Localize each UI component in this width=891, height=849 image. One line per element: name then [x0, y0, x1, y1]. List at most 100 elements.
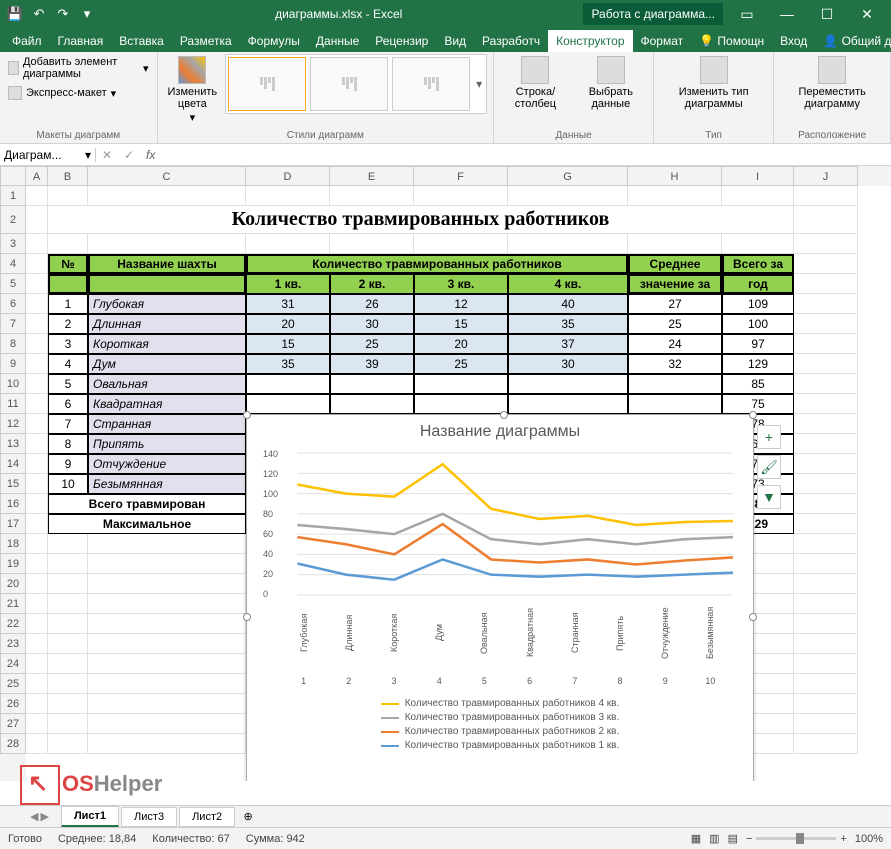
cell[interactable]: [794, 694, 858, 714]
cell[interactable]: 3 кв.: [414, 274, 508, 294]
cell[interactable]: [26, 634, 48, 654]
change-colors-button[interactable]: Изменить цвета ▾: [164, 54, 222, 126]
cell[interactable]: [794, 614, 858, 634]
tab-Разметка[interactable]: Разметка: [172, 30, 240, 52]
row-head-5[interactable]: 5: [0, 274, 26, 294]
col-head-I[interactable]: I: [722, 166, 794, 186]
col-head-J[interactable]: J: [794, 166, 858, 186]
cell[interactable]: [508, 234, 628, 254]
cell[interactable]: [88, 694, 246, 714]
cell[interactable]: Глубокая: [88, 294, 246, 314]
tab-Данные[interactable]: Данные: [308, 30, 367, 52]
resize-handle[interactable]: [243, 613, 251, 621]
cell[interactable]: 37: [508, 334, 628, 354]
col-head-A[interactable]: A: [26, 166, 48, 186]
cell[interactable]: [48, 594, 88, 614]
cell[interactable]: [794, 414, 858, 434]
save-icon[interactable]: 💾: [4, 3, 26, 25]
tab-Вставка[interactable]: Вставка: [111, 30, 172, 52]
cell[interactable]: Безымянная: [88, 474, 246, 494]
cell[interactable]: год: [722, 274, 794, 294]
cell[interactable]: 20: [246, 314, 330, 334]
cell[interactable]: 32: [628, 354, 722, 374]
cell[interactable]: [794, 254, 858, 274]
sheet-tab[interactable]: Лист1: [61, 806, 119, 827]
cell[interactable]: [26, 254, 48, 274]
cell[interactable]: [794, 574, 858, 594]
cell[interactable]: 26: [330, 294, 414, 314]
cell[interactable]: [48, 634, 88, 654]
cell[interactable]: 15: [414, 314, 508, 334]
hdr-name[interactable]: [88, 274, 246, 294]
cell[interactable]: [414, 186, 508, 206]
cell[interactable]: 100: [722, 314, 794, 334]
sheet-tab[interactable]: Лист2: [179, 807, 235, 827]
tell-me[interactable]: 💡 Помощн: [691, 30, 772, 52]
cell[interactable]: 30: [330, 314, 414, 334]
zoom-out-icon[interactable]: −: [746, 833, 752, 845]
cell[interactable]: [794, 434, 858, 454]
cell[interactable]: [26, 394, 48, 414]
cell[interactable]: 7: [48, 414, 88, 434]
cell[interactable]: [48, 574, 88, 594]
cell[interactable]: Всего травмирован: [48, 494, 246, 514]
cell[interactable]: [794, 594, 858, 614]
cell[interactable]: [414, 394, 508, 414]
cell[interactable]: 25: [414, 354, 508, 374]
cell[interactable]: [794, 354, 858, 374]
cancel-formula-icon[interactable]: ✕: [96, 148, 118, 162]
cell[interactable]: [794, 514, 858, 534]
cell[interactable]: 10: [48, 474, 88, 494]
switch-row-col-button[interactable]: Строка/ столбец: [500, 54, 571, 112]
cell[interactable]: [48, 186, 88, 206]
cell[interactable]: [246, 234, 330, 254]
worksheet[interactable]: 1234567891011121314151617181920212223242…: [0, 166, 891, 781]
col-head-D[interactable]: D: [246, 166, 330, 186]
select-all-corner[interactable]: [0, 166, 26, 186]
cell[interactable]: 6: [48, 394, 88, 414]
cell[interactable]: 5: [48, 374, 88, 394]
add-chart-element-button[interactable]: Добавить элемент диаграммы ▾: [6, 54, 151, 82]
cell[interactable]: 40: [508, 294, 628, 314]
chart-title[interactable]: Название диаграммы: [247, 415, 753, 449]
cell[interactable]: [628, 186, 722, 206]
cell[interactable]: 8: [48, 434, 88, 454]
row-head-6[interactable]: 6: [0, 294, 26, 314]
row-head-25[interactable]: 25: [0, 674, 26, 694]
undo-icon[interactable]: ↶: [28, 3, 50, 25]
zoom-slider[interactable]: − +: [746, 833, 847, 845]
tab-Формат[interactable]: Формат: [633, 30, 692, 52]
cell[interactable]: [794, 714, 858, 734]
cell[interactable]: [628, 234, 722, 254]
cell[interactable]: [26, 694, 48, 714]
cell[interactable]: Квадратная: [88, 394, 246, 414]
cell[interactable]: [88, 574, 246, 594]
cell[interactable]: Максимальное: [48, 514, 246, 534]
cell[interactable]: [330, 234, 414, 254]
view-normal-icon[interactable]: ▦: [691, 832, 701, 845]
resize-handle[interactable]: [749, 613, 757, 621]
sheet-tab[interactable]: Лист3: [121, 807, 177, 827]
cell[interactable]: [794, 394, 858, 414]
cell[interactable]: Длинная: [88, 314, 246, 334]
tab-file[interactable]: Файл: [4, 30, 50, 52]
cell[interactable]: 24: [628, 334, 722, 354]
row-head-24[interactable]: 24: [0, 654, 26, 674]
cell[interactable]: [26, 734, 48, 754]
cell[interactable]: [26, 574, 48, 594]
cell[interactable]: [26, 514, 48, 534]
cell[interactable]: [48, 654, 88, 674]
row-head-26[interactable]: 26: [0, 694, 26, 714]
cell[interactable]: Короткая: [88, 334, 246, 354]
cell[interactable]: [508, 186, 628, 206]
cell[interactable]: [330, 374, 414, 394]
cell[interactable]: [88, 734, 246, 754]
row-head-17[interactable]: 17: [0, 514, 26, 534]
cell[interactable]: [414, 234, 508, 254]
cell[interactable]: 30: [508, 354, 628, 374]
cell[interactable]: 35: [508, 314, 628, 334]
cell[interactable]: [26, 354, 48, 374]
row-head-3[interactable]: 3: [0, 234, 26, 254]
col-head-H[interactable]: H: [628, 166, 722, 186]
brush-icon[interactable]: 🖌: [757, 455, 781, 479]
